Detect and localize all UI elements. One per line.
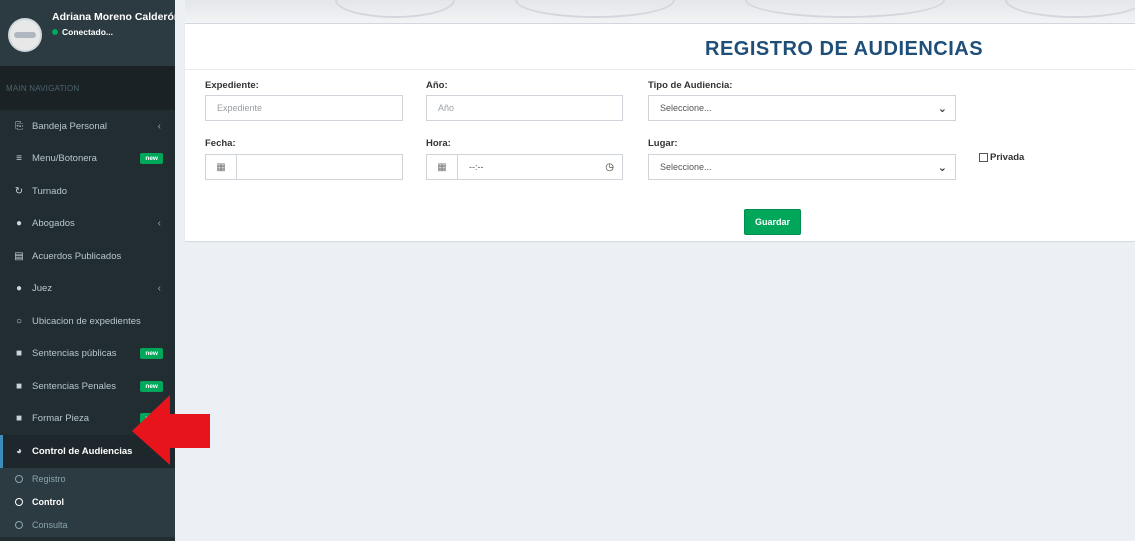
- annotation-arrow-shape: [132, 395, 210, 465]
- header-watermark: [185, 0, 1135, 23]
- new-badge: new: [140, 380, 163, 392]
- nav-header: MAIN NAVIGATION: [0, 66, 175, 110]
- inbox-icon: ⎘: [15, 120, 23, 132]
- new-badge: new: [140, 348, 163, 360]
- folder-icon: ■: [15, 380, 23, 392]
- hora-value: --:--: [469, 162, 484, 172]
- circle-icon: [15, 498, 23, 506]
- calendar-icon[interactable]: ▦: [205, 154, 237, 180]
- sidebar-item-label: Control de Audiencias: [32, 445, 133, 457]
- refresh-icon: ↻: [14, 185, 24, 197]
- circle-icon: [15, 521, 23, 529]
- users-icon: ●: [15, 218, 23, 230]
- sidebar-item-turnado[interactable]: ↻ Turnado: [0, 175, 175, 208]
- sidebar-item-label: Bandeja Personal: [32, 120, 107, 132]
- user-name: Adriana Moreno Calderón: [52, 11, 175, 23]
- dashboard-icon: ◕: [15, 445, 23, 457]
- chevron-left-icon: ‹: [157, 218, 161, 230]
- submenu-item-consulta[interactable]: Consulta: [0, 514, 175, 537]
- tipo-audiencia-value: Seleccione...: [660, 103, 712, 113]
- submenu-item-label: Consulta: [32, 520, 68, 530]
- lugar-select[interactable]: Seleccione... ⌄: [648, 154, 956, 180]
- sidebar-item-label: Menu/Botonera: [32, 153, 97, 165]
- expediente-input[interactable]: Expediente: [205, 95, 403, 121]
- sidebar-item-acuerdos-publicados[interactable]: ▤ Acuerdos Publicados: [0, 240, 175, 273]
- avatar[interactable]: [8, 18, 42, 52]
- chevron-down-icon: ⌄: [937, 161, 947, 174]
- folder-icon: ■: [15, 348, 23, 360]
- privada-checkbox[interactable]: [979, 153, 988, 162]
- fecha-input[interactable]: [236, 154, 403, 180]
- clock-icon[interactable]: ◷: [605, 162, 614, 173]
- hora-label: Hora:: [426, 138, 451, 149]
- sidebar-item-menu-botonera[interactable]: ≡ Menu/Botonera new: [0, 143, 175, 176]
- anio-label: Año:: [426, 80, 448, 91]
- circle-icon: ○: [15, 315, 23, 327]
- lugar-value: Seleccione...: [660, 162, 712, 172]
- submenu-item-registro[interactable]: Registro: [0, 468, 175, 491]
- user-status: Conectado...: [52, 27, 113, 37]
- lugar-label: Lugar:: [648, 138, 678, 149]
- submenu-item-label: Registro: [32, 474, 66, 484]
- user-status-label: Conectado...: [62, 27, 114, 37]
- sidebar-item-bandeja-personal[interactable]: ⎘ Bandeja Personal ‹: [0, 110, 175, 143]
- annotation-arrow: [132, 395, 210, 465]
- sidebar-item-label: Acuerdos Publicados: [32, 250, 122, 262]
- sidebar-item-abogados[interactable]: ● Abogados ‹: [0, 208, 175, 241]
- fecha-label: Fecha:: [205, 138, 236, 149]
- anio-input[interactable]: Año: [426, 95, 623, 121]
- watermark-shape: [515, 0, 675, 18]
- bars-icon: ≡: [16, 153, 22, 165]
- chevron-left-icon: ‹: [157, 283, 161, 295]
- watermark-shape: [745, 0, 945, 18]
- sidebar-item-ubicacion-expedientes[interactable]: ○ Ubicacion de expedientes: [0, 305, 175, 338]
- registro-audiencias-form: REGISTRO DE AUDIENCIAS Expediente: Exped…: [185, 23, 1135, 241]
- sidebar-item-label: Juez: [32, 283, 53, 295]
- sidebar-item-label: Ubicacion de expedientes: [32, 315, 141, 327]
- hora-input[interactable]: --:-- ◷: [457, 154, 623, 180]
- guardar-button[interactable]: Guardar: [744, 209, 801, 235]
- document-icon: ▤: [14, 250, 24, 262]
- watermark-shape: [335, 0, 455, 18]
- sidebar-item-juez[interactable]: ● Juez ‹: [0, 273, 175, 306]
- calendar-icon[interactable]: ▦: [426, 154, 458, 180]
- sidebar-item-sentencias-publicas[interactable]: ■ Sentencias públicas new: [0, 338, 175, 371]
- user-panel: Adriana Moreno Calderón Conectado...: [0, 0, 175, 66]
- new-badge: new: [140, 153, 163, 165]
- sidebar-item-label: Formar Pieza: [32, 413, 90, 425]
- page-title: REGISTRO DE AUDIENCIAS: [705, 38, 984, 60]
- sidebar-item-label: Abogados: [32, 218, 75, 230]
- watermark-shape: [1005, 0, 1135, 18]
- sidebar-item-label: Turnado: [32, 185, 68, 197]
- chevron-left-icon: ‹: [157, 120, 161, 132]
- submenu-item-label: Control: [32, 497, 64, 507]
- tipo-audiencia-select[interactable]: Seleccione... ⌄: [648, 95, 956, 121]
- privada-checkbox-group[interactable]: Privada: [979, 152, 1024, 163]
- sidebar-item-label: Sentencias Penales: [32, 380, 116, 392]
- submenu-item-control[interactable]: Control: [0, 491, 175, 514]
- chevron-down-icon: ⌄: [937, 102, 947, 115]
- tipo-audiencia-label: Tipo de Audiencia:: [648, 80, 733, 91]
- expediente-label: Expediente:: [205, 80, 259, 91]
- users-icon: ●: [15, 283, 23, 295]
- control-audiencias-submenu: Registro Control Consulta: [0, 467, 175, 537]
- folder-icon: ■: [15, 413, 23, 425]
- online-status-icon: [52, 29, 58, 35]
- sidebar-item-label: Sentencias públicas: [32, 348, 117, 360]
- privada-label: Privada: [990, 152, 1025, 163]
- title-divider: [185, 69, 1135, 70]
- circle-icon: [15, 475, 23, 483]
